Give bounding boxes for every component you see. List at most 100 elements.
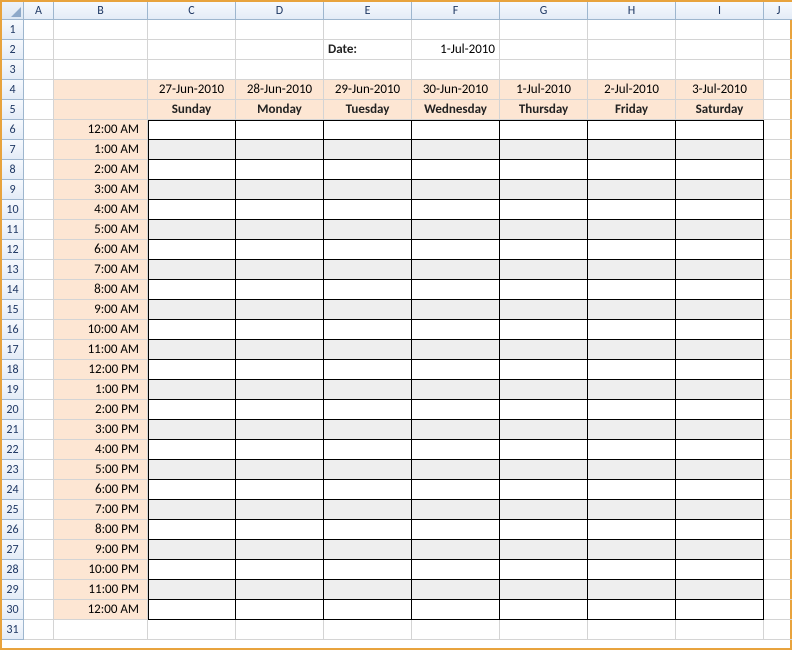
schedule-cell[interactable]: [500, 340, 588, 360]
cell[interactable]: [764, 40, 792, 60]
schedule-cell[interactable]: [500, 440, 588, 460]
cell[interactable]: [676, 20, 764, 40]
schedule-cell[interactable]: [412, 160, 500, 180]
schedule-cell[interactable]: [676, 140, 764, 160]
schedule-cell[interactable]: [324, 160, 412, 180]
cell[interactable]: [236, 20, 324, 40]
cell[interactable]: [764, 380, 792, 400]
schedule-cell[interactable]: [412, 280, 500, 300]
schedule-cell[interactable]: [148, 480, 236, 500]
schedule-cell[interactable]: [500, 480, 588, 500]
schedule-cell[interactable]: [500, 400, 588, 420]
cell[interactable]: [764, 560, 792, 580]
schedule-cell[interactable]: [676, 420, 764, 440]
schedule-cell[interactable]: [148, 440, 236, 460]
row-header[interactable]: 24: [2, 480, 24, 500]
cell[interactable]: [24, 520, 54, 540]
schedule-cell[interactable]: [324, 580, 412, 600]
schedule-cell[interactable]: [148, 280, 236, 300]
schedule-cell[interactable]: [236, 600, 324, 620]
row-header[interactable]: 22: [2, 440, 24, 460]
schedule-cell[interactable]: [324, 120, 412, 140]
schedule-cell[interactable]: [324, 300, 412, 320]
cell[interactable]: [764, 100, 792, 120]
schedule-cell[interactable]: [412, 180, 500, 200]
schedule-cell[interactable]: [236, 160, 324, 180]
schedule-cell[interactable]: [236, 300, 324, 320]
row-header[interactable]: 16: [2, 320, 24, 340]
schedule-cell[interactable]: [324, 400, 412, 420]
schedule-cell[interactable]: [676, 220, 764, 240]
schedule-cell[interactable]: [588, 180, 676, 200]
row-header[interactable]: 7: [2, 140, 24, 160]
schedule-cell[interactable]: [412, 500, 500, 520]
schedule-cell[interactable]: [148, 320, 236, 340]
schedule-cell[interactable]: [148, 400, 236, 420]
schedule-cell[interactable]: [588, 200, 676, 220]
cell[interactable]: [54, 20, 148, 40]
schedule-cell[interactable]: [676, 320, 764, 340]
cell[interactable]: [24, 420, 54, 440]
schedule-cell[interactable]: [236, 360, 324, 380]
schedule-cell[interactable]: [236, 580, 324, 600]
column-header[interactable]: H: [588, 2, 676, 20]
schedule-cell[interactable]: [412, 300, 500, 320]
cell[interactable]: [24, 440, 54, 460]
spreadsheet-grid[interactable]: ABCDEFGHIJ12Date:1-Jul-20103427-Jun-2010…: [2, 2, 790, 640]
schedule-cell[interactable]: [676, 160, 764, 180]
cell[interactable]: [236, 40, 324, 60]
schedule-cell[interactable]: [236, 340, 324, 360]
schedule-cell[interactable]: [676, 240, 764, 260]
schedule-cell[interactable]: [236, 500, 324, 520]
schedule-cell[interactable]: [236, 380, 324, 400]
schedule-cell[interactable]: [236, 460, 324, 480]
cell[interactable]: [24, 560, 54, 580]
schedule-cell[interactable]: [324, 180, 412, 200]
cell[interactable]: [24, 40, 54, 60]
schedule-cell[interactable]: [148, 360, 236, 380]
cell[interactable]: [24, 320, 54, 340]
row-header[interactable]: 4: [2, 80, 24, 100]
cell[interactable]: [764, 540, 792, 560]
schedule-cell[interactable]: [500, 460, 588, 480]
schedule-cell[interactable]: [500, 180, 588, 200]
schedule-cell[interactable]: [148, 140, 236, 160]
cell[interactable]: [24, 20, 54, 40]
cell[interactable]: [764, 460, 792, 480]
row-header[interactable]: 29: [2, 580, 24, 600]
cell[interactable]: [148, 40, 236, 60]
schedule-cell[interactable]: [588, 600, 676, 620]
schedule-cell[interactable]: [588, 500, 676, 520]
schedule-cell[interactable]: [148, 540, 236, 560]
cell[interactable]: [236, 620, 324, 640]
cell[interactable]: [324, 60, 412, 80]
date-value[interactable]: 1-Jul-2010: [412, 40, 500, 60]
cell[interactable]: [764, 400, 792, 420]
schedule-cell[interactable]: [500, 300, 588, 320]
schedule-cell[interactable]: [588, 240, 676, 260]
schedule-cell[interactable]: [324, 440, 412, 460]
schedule-cell[interactable]: [500, 500, 588, 520]
schedule-cell[interactable]: [676, 520, 764, 540]
schedule-cell[interactable]: [412, 440, 500, 460]
cell[interactable]: [24, 80, 54, 100]
schedule-cell[interactable]: [324, 600, 412, 620]
cell[interactable]: [764, 220, 792, 240]
schedule-cell[interactable]: [148, 340, 236, 360]
schedule-cell[interactable]: [148, 560, 236, 580]
schedule-cell[interactable]: [500, 540, 588, 560]
schedule-cell[interactable]: [324, 320, 412, 340]
schedule-cell[interactable]: [500, 240, 588, 260]
cell[interactable]: [500, 20, 588, 40]
cell[interactable]: [764, 420, 792, 440]
schedule-cell[interactable]: [676, 300, 764, 320]
cell[interactable]: [676, 620, 764, 640]
schedule-cell[interactable]: [236, 200, 324, 220]
cell[interactable]: [24, 220, 54, 240]
row-header[interactable]: 5: [2, 100, 24, 120]
cell[interactable]: [54, 60, 148, 80]
schedule-cell[interactable]: [412, 380, 500, 400]
column-header[interactable]: F: [412, 2, 500, 20]
cell[interactable]: [764, 60, 792, 80]
schedule-cell[interactable]: [676, 360, 764, 380]
